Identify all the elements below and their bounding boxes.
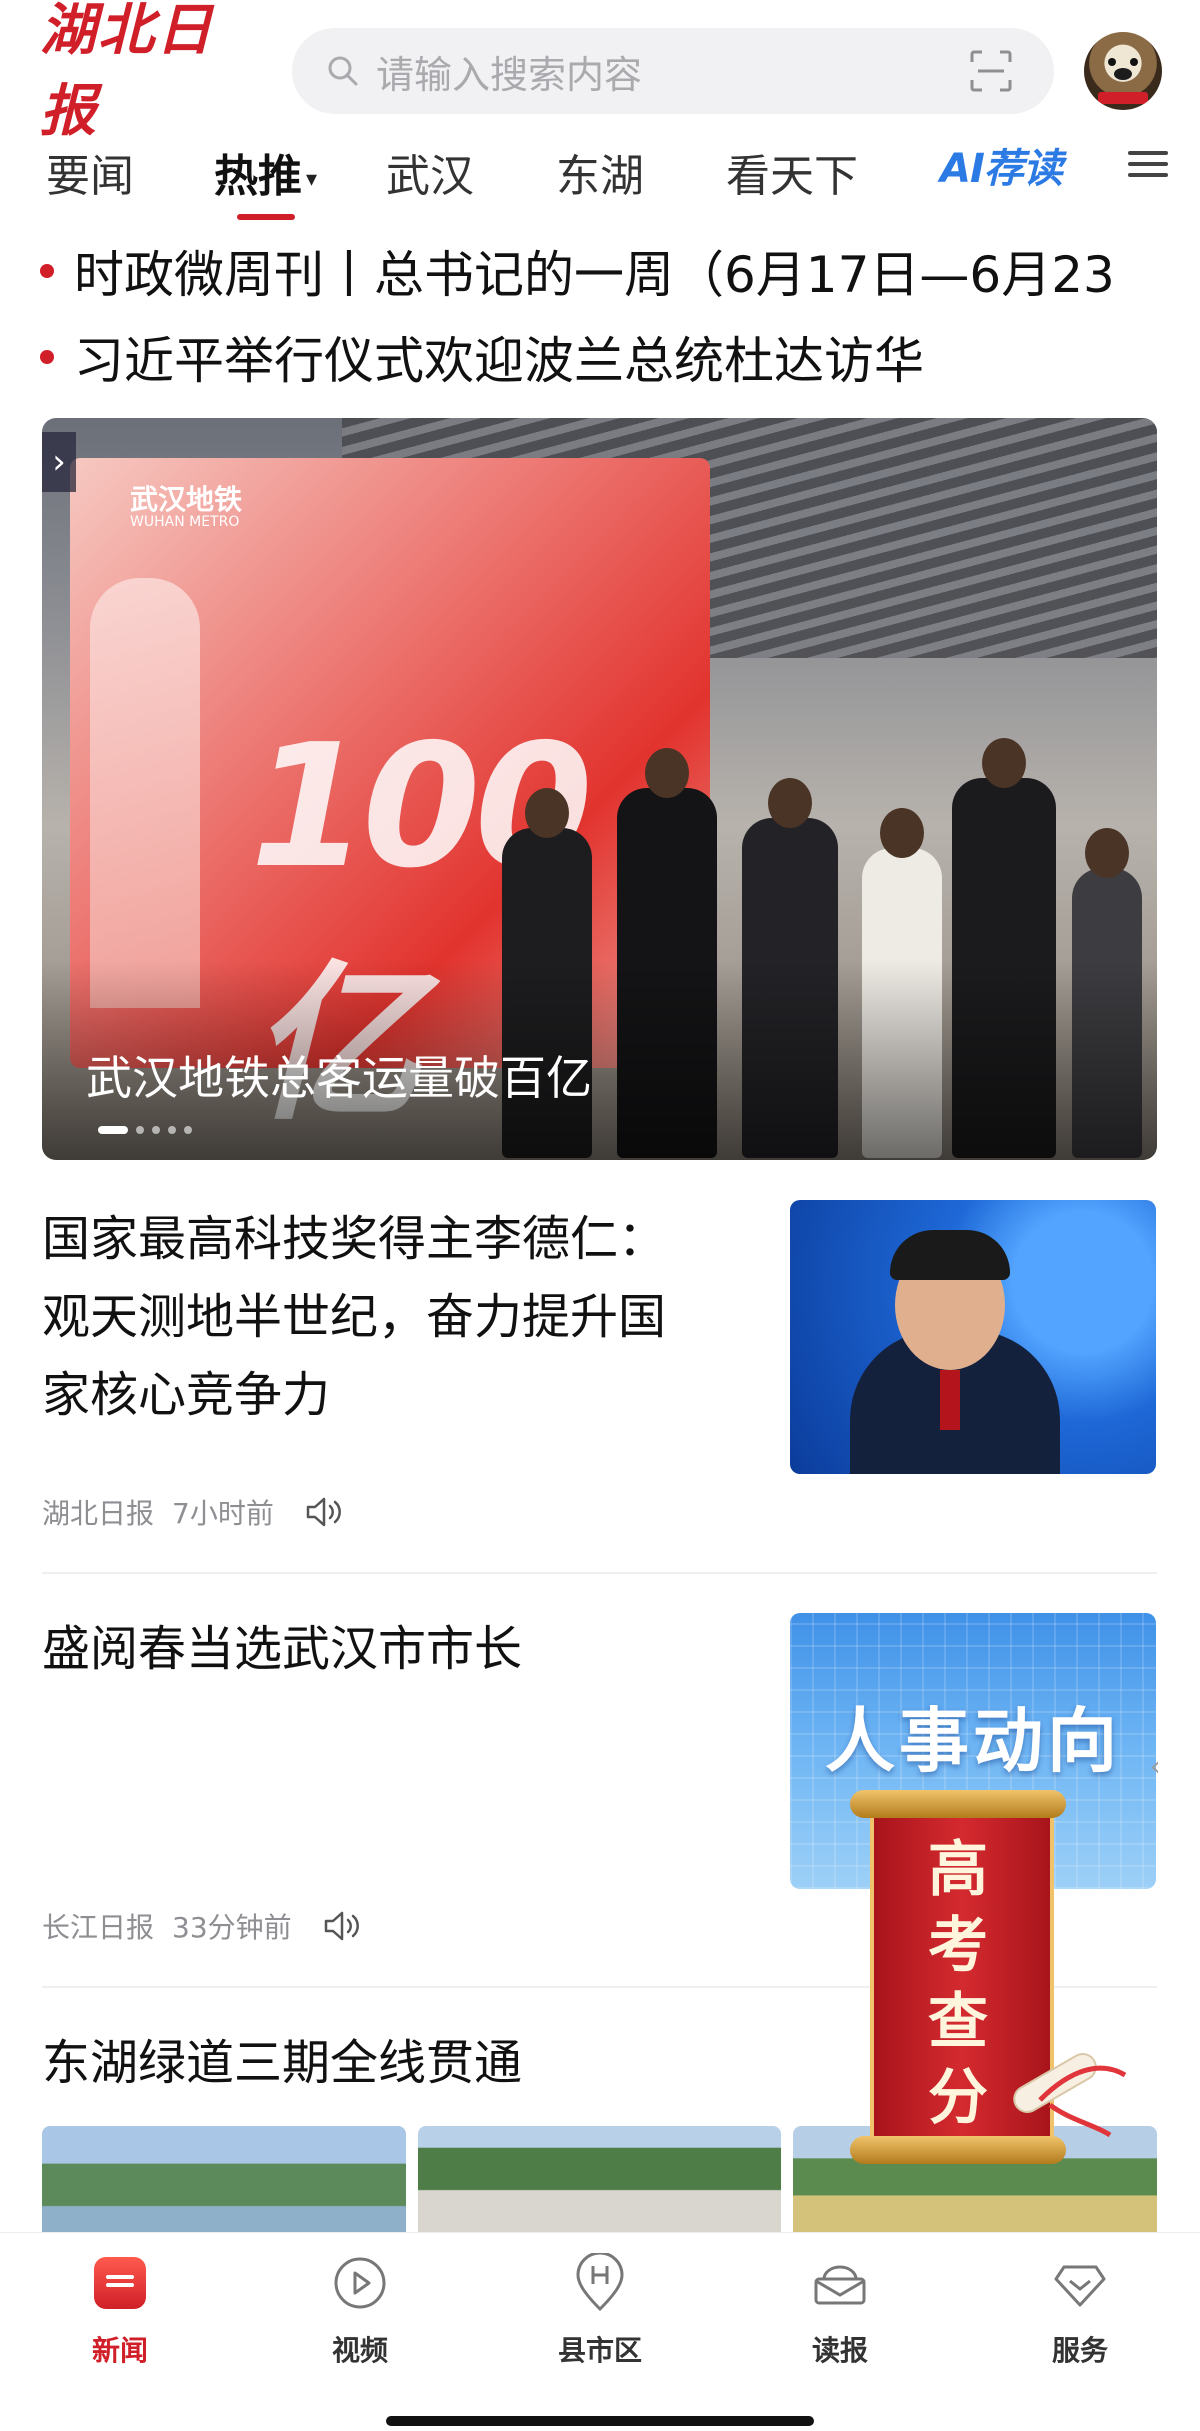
chevron-right-icon: ›: [42, 432, 76, 492]
home-indicator[interactable]: [386, 2416, 814, 2426]
caret-down-icon: ▾: [306, 166, 318, 192]
diploma-ribbon-icon: [1013, 2053, 1127, 2138]
collapse-icon[interactable]: ‹: [1150, 1752, 1178, 1792]
news-meta: 湖北日报 7小时前: [42, 1490, 344, 1534]
metro-logo-sub: WUHAN METRO: [130, 514, 240, 530]
news-icon: [94, 2257, 146, 2309]
county-icon: [576, 2253, 624, 2312]
banner-caption: 武汉地铁总客运量破百亿: [86, 1051, 592, 1105]
nav-label: 服务: [1051, 2334, 1108, 2367]
news-title-line: 国家最高科技奖得主李德仁：: [42, 1211, 667, 1267]
carousel-banner[interactable]: 武汉地铁 WUHAN METRO 100亿 › 武汉地铁总客运量破百亿: [42, 418, 1157, 1160]
metro-logo: 武汉地铁: [130, 483, 243, 516]
search-icon: [328, 56, 358, 86]
carousel-indicator: [98, 1126, 192, 1134]
gallery-image: [42, 2126, 406, 2232]
app-logo: 湖北日报: [40, 0, 214, 144]
tab-wuhan[interactable]: 武汉: [386, 140, 474, 204]
bullet-dot: [40, 350, 54, 364]
nav-county[interactable]: 县市区: [520, 2253, 680, 2369]
tab-ai-recommend[interactable]: AI荐读: [940, 138, 1090, 192]
nav-label: 新闻: [91, 2334, 148, 2367]
tab-kantianxia[interactable]: 看天下: [726, 140, 858, 204]
news-source: 湖北日报: [42, 1497, 155, 1530]
tab-retui-label: 热推: [214, 151, 302, 202]
tab-donghu[interactable]: 东湖: [556, 140, 644, 204]
user-avatar[interactable]: [1084, 32, 1162, 110]
headline-text: 时政微周刊丨总书记的一周（6月17日—6月23: [74, 246, 1115, 304]
nav-news[interactable]: 新闻: [40, 2253, 200, 2369]
nav-video[interactable]: 视频: [280, 2253, 440, 2369]
news-time: 7小时前: [172, 1497, 274, 1530]
headline-item[interactable]: 时政微周刊丨总书记的一周（6月17日—6月23: [40, 236, 1170, 306]
nav-newspaper[interactable]: 读报: [760, 2253, 920, 2369]
nav-label: 视频: [331, 2334, 388, 2367]
news-title-line: 观天测地半世纪，奋力提升国: [42, 1289, 667, 1345]
menu-icon[interactable]: [1128, 144, 1168, 184]
search-placeholder: 请输入搜索内容: [376, 52, 643, 97]
bullet-dot: [40, 264, 54, 278]
service-icon: [1054, 2265, 1106, 2307]
gallery-image: [417, 2126, 782, 2232]
news-source: 长江日报: [42, 1911, 155, 1944]
nav-service[interactable]: 服务: [1000, 2253, 1160, 2369]
tab-retui[interactable]: 热推 ▾: [214, 140, 318, 220]
newspaper-icon: [814, 2265, 866, 2305]
nav-label: 读报: [811, 2334, 868, 2367]
nav-label: 县市区: [557, 2334, 642, 2367]
news-title-line: 家核心竞争力: [42, 1367, 331, 1423]
news-meta: 长江日报 33分钟前: [42, 1904, 362, 1948]
news-title[interactable]: 盛阅春当选武汉市市长: [42, 1610, 762, 1688]
speaker-icon[interactable]: [322, 1909, 362, 1943]
news-time: 33分钟前: [172, 1911, 292, 1944]
bottom-navigation: 新闻 视频 县市区 读报 服务: [0, 2232, 1200, 2431]
headline-item[interactable]: 习近平举行仪式欢迎波兰总统杜达访华: [40, 322, 1170, 392]
news-title[interactable]: 国家最高科技奖得主李德仁： 观天测地半世纪，奋力提升国 家核心竞争力: [42, 1200, 762, 1434]
divider: [42, 1572, 1157, 1574]
search-bar[interactable]: 请输入搜索内容: [292, 28, 1054, 114]
speaker-icon[interactable]: [304, 1495, 344, 1529]
thumbnail-label: 人事动向: [825, 1700, 1121, 1782]
video-icon: [334, 2257, 386, 2309]
news-thumbnail[interactable]: [790, 1200, 1156, 1474]
news-title-line: 盛阅春当选武汉市市长: [42, 1621, 523, 1677]
scan-icon[interactable]: [968, 48, 1014, 94]
tab-yaowen[interactable]: 要闻: [46, 140, 134, 204]
headline-text: 习近平举行仪式欢迎波兰总统杜达访华: [74, 332, 924, 390]
